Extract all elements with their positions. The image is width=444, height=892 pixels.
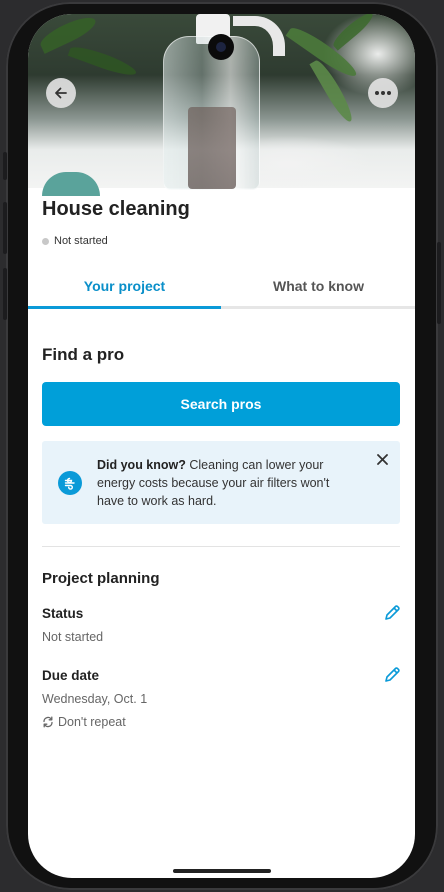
home-indicator[interactable] — [173, 869, 271, 873]
bottle-liquid — [188, 107, 236, 189]
pencil-icon[interactable] — [383, 604, 401, 622]
tab-what-to-know[interactable]: What to know — [222, 266, 415, 306]
pencil-icon[interactable] — [383, 666, 401, 684]
front-camera — [208, 34, 234, 60]
back-button[interactable] — [46, 78, 76, 108]
phone-side-button — [3, 268, 7, 320]
search-pros-button[interactable]: Search pros — [42, 382, 400, 426]
app-screen: House cleaning Not started Your project … — [28, 14, 415, 878]
arrow-left-icon — [55, 87, 67, 99]
tip-heading: Did you know? — [97, 458, 186, 472]
section-divider — [42, 546, 400, 547]
status-label: Status — [42, 606, 84, 621]
plant-leaf — [37, 14, 99, 54]
find-pro-title: Find a pro — [42, 345, 125, 364]
tab-bar: Your project What to know — [28, 266, 415, 309]
due-date-label: Due date — [42, 668, 100, 683]
air-filter-icon — [58, 471, 82, 495]
status-value: Not started — [42, 630, 104, 644]
tip-text: Did you know? Cleaning can lower your en… — [97, 456, 347, 510]
tab-your-project[interactable]: Your project — [28, 266, 221, 306]
due-date-value: Wednesday, Oct. 1 — [42, 692, 148, 706]
spray-bottle — [163, 36, 260, 190]
cleaning-towel — [42, 172, 100, 196]
tip-card: Did you know? Cleaning can lower your en… — [42, 441, 400, 524]
phone-side-button — [3, 152, 7, 180]
active-tab-indicator — [28, 306, 221, 309]
more-options-button[interactable] — [368, 78, 398, 108]
status-dot — [42, 237, 49, 245]
status-badge-label: Not started — [54, 235, 108, 247]
phone-side-button — [3, 202, 7, 254]
tip-close-button[interactable] — [375, 452, 389, 466]
plant-leaf — [67, 42, 139, 80]
phone-side-button — [437, 242, 441, 324]
repeat-setting: Don't repeat — [42, 715, 126, 729]
more-horizontal-icon — [375, 91, 391, 95]
close-icon — [376, 453, 388, 465]
repeat-icon — [43, 716, 53, 728]
hero-image — [28, 14, 415, 196]
project-title: House cleaning — [42, 198, 190, 220]
status-badge: Not started — [42, 235, 108, 247]
project-planning-title: Project planning — [42, 570, 160, 587]
plant-leaf — [329, 14, 377, 51]
repeat-label: Don't repeat — [58, 715, 126, 729]
